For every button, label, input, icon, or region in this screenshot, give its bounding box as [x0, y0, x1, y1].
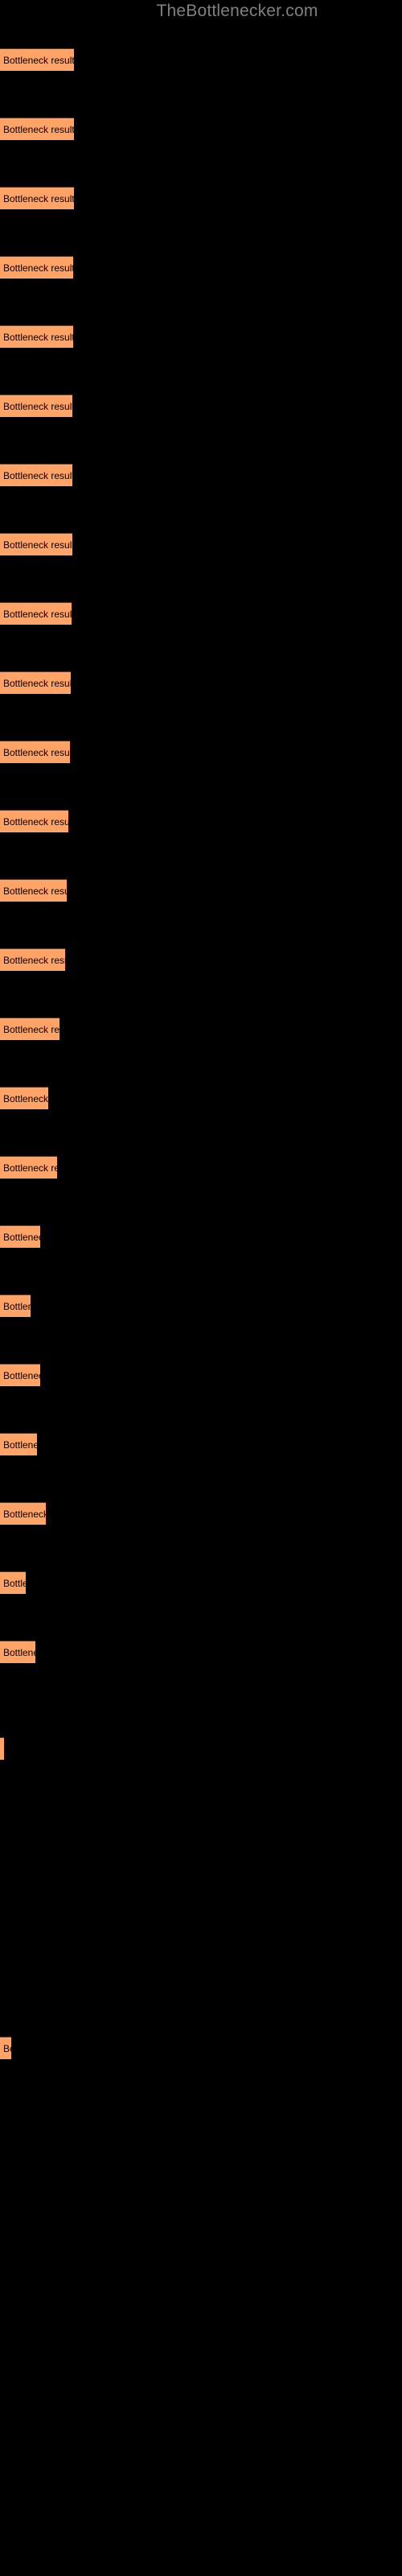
bar[interactable]: Bottleneck result: [0, 2037, 11, 2059]
bar[interactable]: Bottleneck result: [0, 602, 72, 625]
bar[interactable]: Bottleneck result: [0, 948, 65, 971]
bar-label: Bottleneck result: [3, 886, 67, 897]
bar-label: Bottleneck result: [3, 1093, 48, 1104]
bar-label: Bottleneck result: [3, 262, 73, 274]
bar-label: Bottleneck result: [3, 609, 72, 620]
bar[interactable]: Bottleneck result: [0, 1641, 35, 1663]
bar[interactable]: Bottleneck result: [0, 533, 72, 555]
bar[interactable]: Bottleneck result: [0, 1225, 40, 1248]
bar[interactable]: Bottleneck result: [0, 1433, 37, 1455]
bar-label: Bottleneck result: [3, 678, 71, 689]
bar-label: Bottleneck result: [3, 1578, 26, 1589]
bar-label: Bottleneck result: [3, 2043, 11, 2054]
bar[interactable]: Bottleneck result: [0, 1294, 31, 1317]
bar-label: Bottleneck result: [3, 1439, 37, 1451]
page-title: TheBottlenecker.com: [156, 2, 318, 20]
bar-label: Bottleneck result: [3, 193, 74, 204]
bar-label: Bottleneck result: [3, 1509, 46, 1520]
bar-label: Bottleneck result: [3, 1162, 57, 1174]
bar-label: Bottleneck result: [3, 955, 65, 966]
bar[interactable]: Bottleneck result: [0, 741, 70, 763]
bar[interactable]: Bottleneck result: [0, 1364, 40, 1386]
bar[interactable]: Bottleneck result: [0, 879, 67, 902]
bar[interactable]: Bottleneck result: [0, 394, 72, 417]
bar[interactable]: Bottleneck result: [0, 671, 71, 694]
bar-label: Bottleneck result: [3, 470, 72, 481]
bar[interactable]: Bottleneck result: [0, 1737, 4, 1760]
bar-label: Bottleneck result: [3, 332, 73, 343]
bar-label: Bottleneck result: [3, 747, 70, 758]
bar[interactable]: Bottleneck result: [0, 464, 72, 486]
bar-label: Bottleneck result: [3, 1024, 59, 1035]
bar[interactable]: Bottleneck result: [0, 1502, 46, 1525]
bar-label: Bottleneck result: [3, 1370, 40, 1381]
bar[interactable]: Bottleneck result: [0, 256, 73, 279]
bar[interactable]: Bottleneck result: [0, 1018, 59, 1040]
bar[interactable]: Bottleneck result: [0, 325, 73, 348]
bottleneck-bar-chart: TheBottlenecker.com Bottleneck result Bot…: [0, 0, 402, 2576]
bar-label: Bottleneck result: [3, 1647, 35, 1658]
bar-label: Bottleneck result: [3, 1738, 4, 1760]
bar[interactable]: Bottleneck result: [0, 187, 74, 209]
bar-label: Bottleneck result: [3, 401, 72, 412]
bar[interactable]: Bottleneck result: [0, 810, 68, 832]
bar[interactable]: Bottleneck result: [0, 1087, 48, 1109]
bar[interactable]: Bottleneck result: [0, 48, 74, 71]
bar-label: Bottleneck result: [3, 816, 68, 828]
bar-label: Bottleneck result: [3, 124, 74, 135]
bar-label: Bottleneck result: [3, 1232, 40, 1243]
bar-label: Bottleneck result: [3, 539, 72, 551]
bar-label: Bottleneck result: [3, 1301, 31, 1312]
bar[interactable]: Bottleneck result: [0, 118, 74, 140]
bar[interactable]: Bottleneck result: [0, 1156, 57, 1179]
bar-label: Bottleneck result: [3, 55, 74, 66]
bar[interactable]: Bottleneck result: [0, 1571, 26, 1594]
